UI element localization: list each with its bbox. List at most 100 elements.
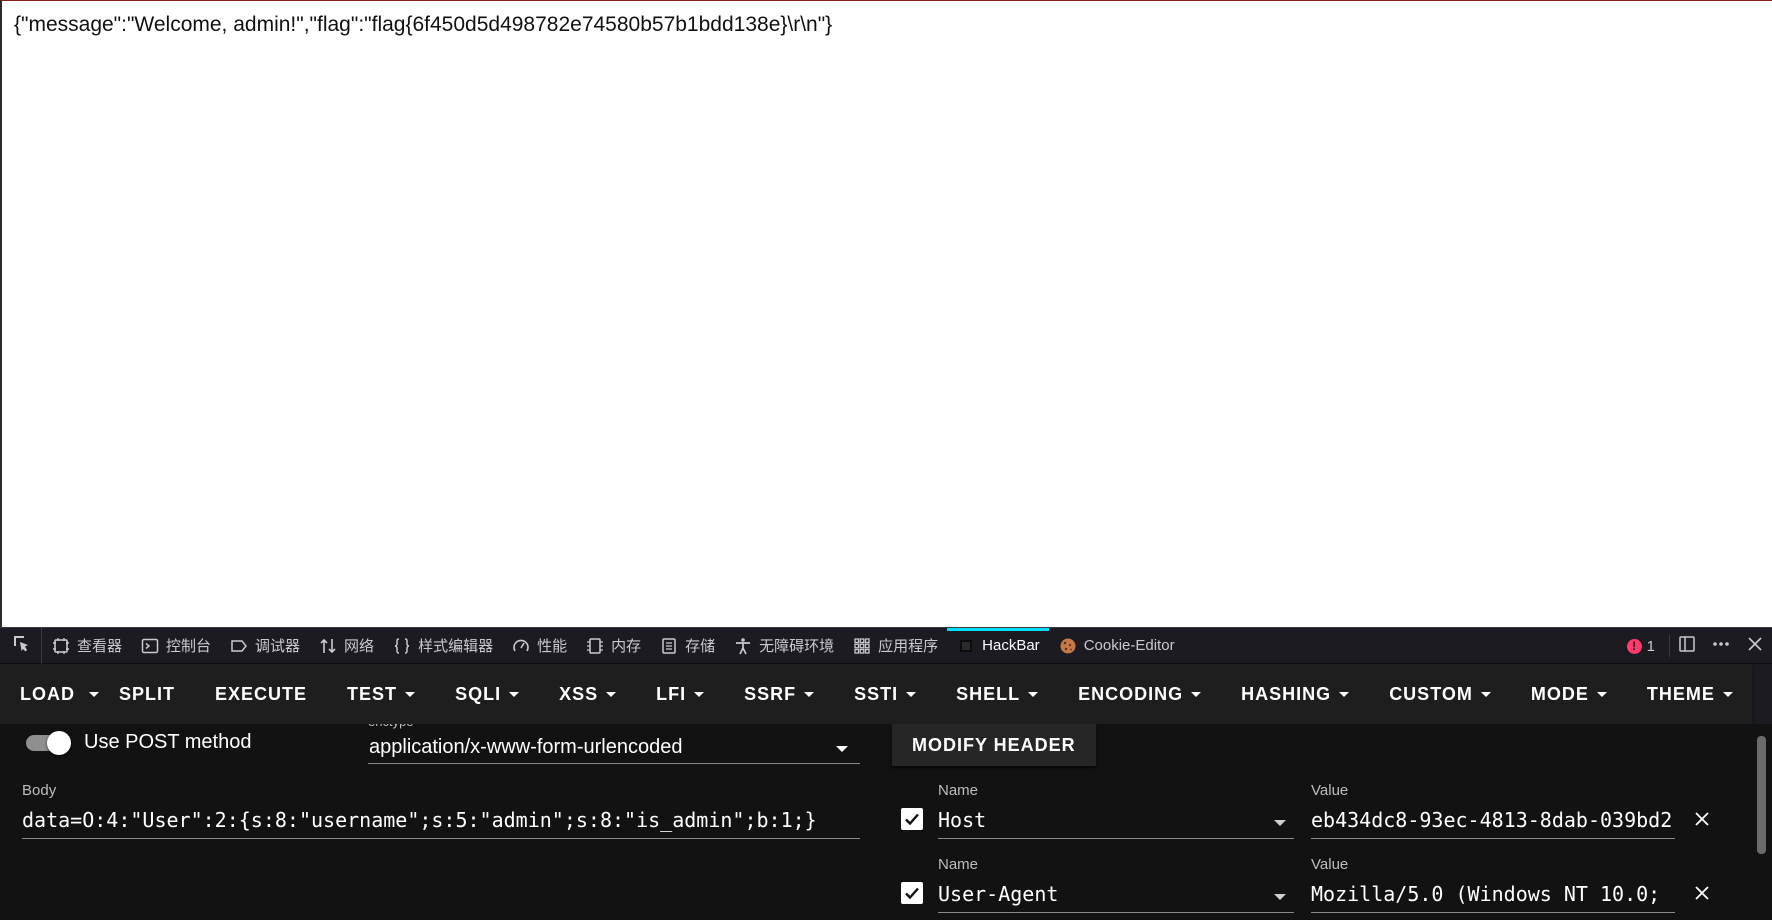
- tab-storage[interactable]: 存储: [650, 628, 724, 664]
- menu-lfi[interactable]: LFI: [636, 664, 724, 724]
- body-caption: Body: [22, 782, 57, 799]
- remove-header-user-agent-button[interactable]: [1691, 882, 1713, 904]
- menu-shell[interactable]: SHELL: [936, 664, 1058, 724]
- network-icon: [318, 636, 338, 656]
- hackbar-scrollbar[interactable]: [1752, 724, 1772, 920]
- tab-storage-label: 存储: [685, 638, 716, 655]
- tab-console[interactable]: 控制台: [131, 628, 220, 664]
- tab-application-label: 应用程序: [878, 638, 939, 655]
- more-options-button[interactable]: [1704, 628, 1738, 664]
- header-host-name-caption: Name: [938, 782, 979, 799]
- tab-performance-label: 性能: [537, 638, 568, 655]
- load-button[interactable]: LOAD: [0, 664, 89, 724]
- error-count: 1: [1646, 637, 1655, 655]
- menu-hashing[interactable]: HASHING: [1221, 664, 1369, 724]
- tab-network-label: 网络: [344, 638, 375, 655]
- load-dropdown-button[interactable]: [89, 664, 99, 724]
- menu-custom-label: CUSTOM: [1389, 683, 1473, 704]
- header-host-checkbox[interactable]: [901, 808, 923, 830]
- scrollbar-thumb[interactable]: [1757, 736, 1766, 854]
- hackbar-icon: [956, 636, 976, 656]
- error-icon: !: [1626, 638, 1642, 654]
- tab-style-editor-label: 样式编辑器: [418, 638, 494, 655]
- error-count-badge[interactable]: ! 1: [1613, 635, 1670, 657]
- header-user-agent-name: User-Agent: [938, 882, 1059, 906]
- menu-sqli[interactable]: SQLI: [435, 664, 539, 724]
- debugger-icon: [229, 636, 249, 656]
- menu-ssrf[interactable]: SSRF: [724, 664, 834, 724]
- tab-memory[interactable]: 内存: [576, 628, 650, 664]
- menu-ssrf-label: SSRF: [744, 683, 797, 704]
- post-method-toggle[interactable]: [24, 728, 74, 756]
- devtools-panel: 查看器 控制台 调试器 网络 样式编辑器 性能 内存 存储 无障碍环境 应用程序…: [0, 627, 1772, 920]
- chevron-down-icon: [1722, 691, 1733, 697]
- tab-network[interactable]: 网络: [309, 628, 383, 664]
- menu-encoding-label: ENCODING: [1078, 683, 1184, 704]
- menu-theme-label: THEME: [1646, 683, 1715, 704]
- element-picker-icon: [11, 633, 31, 658]
- menu-test[interactable]: TEST: [327, 664, 435, 724]
- ellipsis-icon: [1711, 634, 1731, 659]
- close-devtools-button[interactable]: [1738, 628, 1772, 664]
- hackbar-body: Use POST method enctype application/x-ww…: [0, 724, 1752, 920]
- page-content: {"message":"Welcome, admin!","flag":"fla…: [0, 0, 1772, 627]
- enctype-caption: enctype: [368, 724, 414, 729]
- split-button[interactable]: SPLIT: [99, 664, 195, 724]
- menu-ssti-label: SSTI: [854, 683, 899, 704]
- menu-test-label: TEST: [347, 683, 398, 704]
- response-json-text: {"message":"Welcome, admin!","flag":"fla…: [14, 13, 833, 36]
- chevron-down-icon: [836, 746, 848, 752]
- tab-debugger[interactable]: 调试器: [220, 628, 309, 664]
- tab-hackbar-label: HackBar: [982, 637, 1040, 654]
- performance-icon: [511, 636, 531, 656]
- menu-encoding[interactable]: ENCODING: [1058, 664, 1221, 724]
- execute-button[interactable]: EXECUTE: [195, 664, 327, 724]
- body-value: data=O:4:"User":2:{s:8:"username";s:5:"a…: [22, 808, 817, 832]
- chevron-down-icon: [694, 691, 705, 697]
- modify-header-button[interactable]: MODIFY HEADER: [892, 724, 1096, 766]
- chevron-down-icon: [89, 691, 99, 697]
- hackbar-toolbar: LOAD SPLIT EXECUTE TEST SQLI XSS LFI SSR…: [0, 664, 1752, 724]
- cookie-icon: [1058, 636, 1078, 656]
- enctype-select[interactable]: enctype application/x-www-form-urlencode…: [368, 724, 860, 764]
- devtools-right-controls: ! 1: [1613, 628, 1772, 664]
- menu-shell-label: SHELL: [956, 683, 1021, 704]
- menu-xss-label: XSS: [559, 683, 599, 704]
- tab-accessibility[interactable]: 无障碍环境: [724, 628, 843, 664]
- memory-icon: [585, 636, 605, 656]
- menu-ssti[interactable]: SSTI: [834, 664, 936, 724]
- tab-style-editor[interactable]: 样式编辑器: [383, 628, 502, 664]
- checkmark-icon: [905, 813, 919, 826]
- tab-performance[interactable]: 性能: [502, 628, 576, 664]
- header-host-value-caption: Value: [1311, 782, 1349, 799]
- dock-toggle-button[interactable]: [1670, 628, 1704, 664]
- tab-cookie-editor[interactable]: Cookie-Editor: [1049, 628, 1184, 664]
- menu-mode[interactable]: MODE: [1511, 664, 1627, 724]
- menu-theme[interactable]: THEME: [1627, 664, 1753, 724]
- chevron-down-icon: [1480, 691, 1491, 697]
- remove-header-host-button[interactable]: [1691, 808, 1713, 830]
- header-host-name: Host: [938, 808, 987, 832]
- header-host-value: eb434dc8-93ec-4813-8dab-039bd2: [1311, 808, 1673, 832]
- chevron-down-icon: [1191, 691, 1202, 697]
- tab-application[interactable]: 应用程序: [843, 628, 947, 664]
- menu-xss[interactable]: XSS: [539, 664, 636, 724]
- close-icon: [1695, 886, 1709, 900]
- chevron-down-icon: [1274, 894, 1286, 900]
- menu-mode-label: MODE: [1530, 683, 1589, 704]
- header-user-agent-name-caption: Name: [938, 856, 979, 873]
- header-user-agent-checkbox[interactable]: [901, 882, 923, 904]
- accessibility-icon: [733, 636, 753, 656]
- element-picker-button[interactable]: [0, 627, 42, 664]
- devtools-tabbar: 查看器 控制台 调试器 网络 样式编辑器 性能 内存 存储 无障碍环境 应用程序…: [0, 627, 1772, 664]
- tab-memory-label: 内存: [611, 638, 642, 655]
- menu-lfi-label: LFI: [656, 683, 687, 704]
- menu-hashing-label: HASHING: [1241, 683, 1332, 704]
- chevron-down-icon: [1028, 691, 1039, 697]
- chevron-down-icon: [606, 691, 617, 697]
- dock-side-icon: [1678, 635, 1696, 658]
- tab-inspector[interactable]: 查看器: [42, 628, 131, 664]
- tab-hackbar[interactable]: HackBar: [947, 627, 1049, 664]
- close-icon: [1747, 636, 1763, 657]
- menu-custom[interactable]: CUSTOM: [1369, 664, 1511, 724]
